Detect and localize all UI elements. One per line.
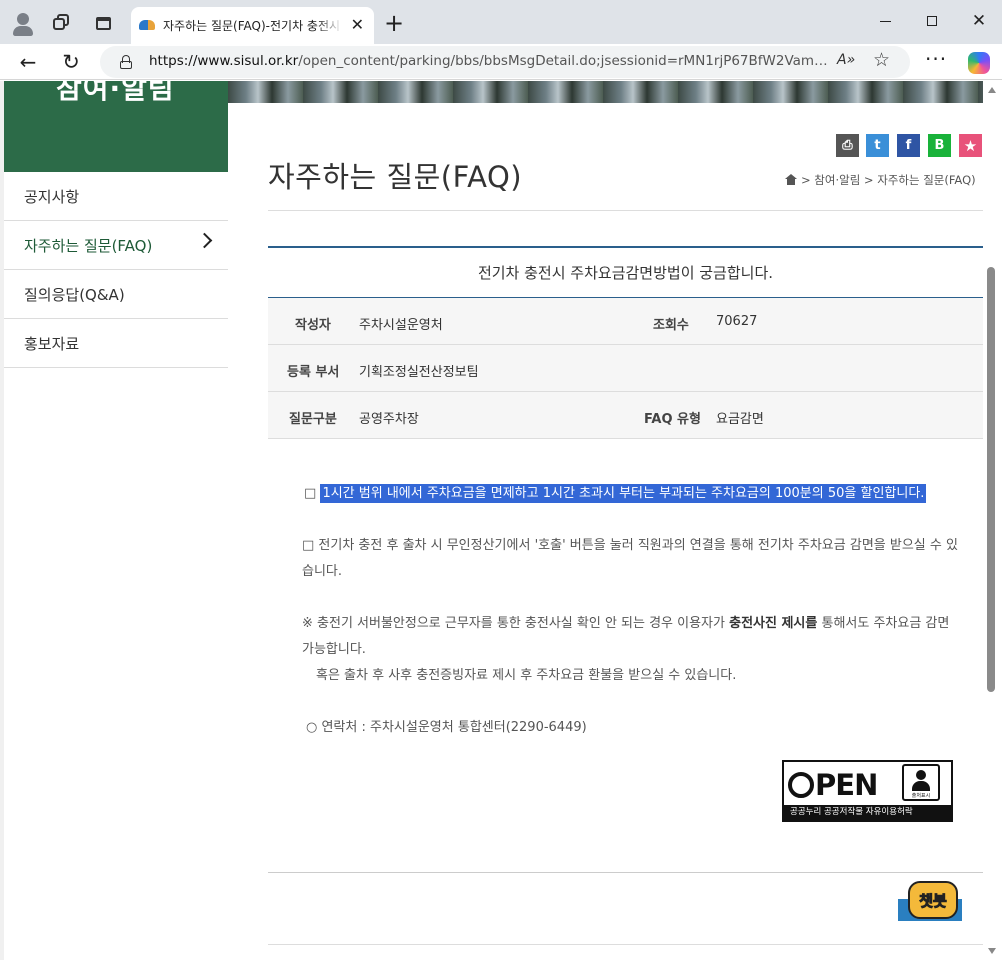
views-label: 조회수	[653, 318, 689, 333]
post-meta-row: 질문구분 공영주차장 FAQ 유형 요금감면	[268, 392, 983, 439]
new-tab-button[interactable]: +	[380, 9, 408, 37]
site-favicon-icon	[139, 20, 155, 30]
reload-button[interactable]: ↻	[56, 47, 86, 77]
url-text[interactable]: https://www.sisul.or.kr/open_content/par…	[149, 53, 829, 69]
chatbot-icon: 챗봇	[908, 881, 958, 919]
views-value: 70627	[716, 314, 758, 329]
sidebar-item-pr[interactable]: 홍보자료	[4, 319, 228, 368]
contact-info: ○ 연락처 : 주차시설운영처 통합센터(2290-6449)	[306, 720, 587, 735]
sidebar: 참여·알림 공지사항 자주하는 질문(FAQ) 질의응답(Q&A) 홍보자료	[4, 81, 228, 960]
chatbot-button[interactable]: 챗봇	[896, 877, 964, 925]
tab-close-icon[interactable]: ✕	[351, 15, 364, 34]
facebook-icon[interactable]: f	[897, 134, 920, 157]
tab-title: 자주하는 질문(FAQ)-전기차 충전시 주차요금감면방법이 궁금합니다.	[163, 19, 343, 33]
more-options-icon[interactable]: ···	[925, 47, 947, 71]
faq-type-value: 요금감면	[716, 412, 764, 427]
profile-icon[interactable]	[8, 8, 38, 38]
sidebar-title: 참여·알림	[56, 81, 175, 105]
kogl-caption: 공공누리 공공저작물 자유이용허락	[784, 805, 951, 820]
blog-icon[interactable]: B	[928, 134, 951, 157]
home-icon[interactable]	[785, 174, 797, 185]
category-value: 공영주차장	[359, 412, 419, 427]
post-body: □ 1시간 범위 내에서 주차요금을 면제하고 1시간 초과시 부터는 부과되는…	[298, 481, 958, 741]
post-meta-row: 등록 부서 기획조정실전산정보팀	[268, 345, 983, 392]
kogl-open-license-badge: PEN 출처표시 공공누리 공공저작물 자유이용허락	[782, 760, 953, 822]
body-paragraph: ※ 충전기 서버불안정으로 근무자를 통한 충전사실 확인 안 되는 경우 이용…	[302, 616, 950, 657]
maximize-button[interactable]	[912, 8, 952, 34]
browser-tab-bar: 자주하는 질문(FAQ)-전기차 충전시 주차요금감면방법이 궁금합니다. ✕ …	[0, 0, 1002, 44]
sidebar-item-notice[interactable]: 공지사항	[4, 172, 228, 221]
minimize-button[interactable]	[865, 8, 905, 34]
post-detail-table: 전기차 충전시 주차요금감면방법이 궁금합니다. 작성자 주차시설운영처 조회수…	[268, 246, 983, 439]
scrollbar-thumb[interactable]	[987, 267, 995, 692]
breadcrumb-item[interactable]: 자주하는 질문(FAQ)	[877, 173, 975, 187]
copilot-icon[interactable]	[968, 52, 990, 74]
dept-label: 등록 부서	[287, 365, 340, 380]
address-bar-row: ← ↻ https://www.sisul.or.kr/open_content…	[0, 44, 1002, 80]
close-window-button[interactable]: ✕	[959, 8, 999, 34]
page-title: 자주하는 질문(FAQ)	[268, 160, 523, 194]
scroll-up-icon[interactable]	[988, 87, 996, 93]
sidebar-item-faq[interactable]: 자주하는 질문(FAQ)	[4, 221, 228, 270]
workspaces-icon[interactable]	[46, 8, 76, 38]
selected-text: 1시간 범위 내에서 주차요금을 면제하고 1시간 초과시 부터는 부과되는 주…	[320, 484, 927, 503]
open-logo: PEN	[788, 768, 878, 802]
page-viewport: 참여·알림 공지사항 자주하는 질문(FAQ) 질의응답(Q&A) 홍보자료 ⎙…	[0, 81, 1002, 960]
favorite-star-icon[interactable]: ☆	[873, 49, 890, 71]
bookmark-icon[interactable]: ★	[959, 134, 982, 157]
sidebar-title-box: 참여·알림	[4, 81, 228, 172]
post-subject: 전기차 충전시 주차요금감면방법이 궁금합니다.	[268, 248, 983, 298]
lock-icon[interactable]	[120, 55, 132, 69]
body-paragraph: 혹은 출차 후 사후 충전증빙자료 제시 후 주차요금 환불을 받으실 수 있습…	[316, 668, 737, 683]
body-paragraph: □ 전기차 충전 후 출차 시 무인정산기에서 '호출' 버튼을 눌러 직원과의…	[302, 538, 958, 579]
back-button[interactable]: ←	[13, 47, 43, 77]
author-label: 작성자	[295, 318, 331, 333]
vertical-scrollbar[interactable]	[983, 81, 1002, 960]
post-meta-row: 작성자 주차시설운영처 조회수 70627	[268, 298, 983, 345]
browser-tab-active[interactable]: 자주하는 질문(FAQ)-전기차 충전시 주차요금감면방법이 궁금합니다. ✕	[131, 7, 374, 44]
category-label: 질문구분	[289, 412, 337, 427]
twitter-icon[interactable]: t	[866, 134, 889, 157]
breadcrumb: > 참여·알림 > 자주하는 질문(FAQ)	[785, 172, 976, 188]
url-field[interactable]: https://www.sisul.or.kr/open_content/par…	[100, 46, 910, 78]
sidebar-menu: 공지사항 자주하는 질문(FAQ) 질의응답(Q&A) 홍보자료	[4, 172, 228, 368]
print-icon[interactable]: ⎙	[836, 134, 859, 157]
tab-actions-icon[interactable]	[88, 8, 118, 38]
breadcrumb-item[interactable]: 참여·알림	[814, 173, 860, 187]
attribution-icon: 출처표시	[902, 764, 940, 801]
sidebar-item-qna[interactable]: 질의응답(Q&A)	[4, 270, 228, 319]
read-aloud-icon[interactable]: A»	[837, 52, 855, 68]
header-banner-image	[228, 81, 983, 103]
faq-type-label: FAQ 유형	[644, 412, 701, 427]
scroll-down-icon[interactable]	[988, 948, 996, 954]
author-value: 주차시설운영처	[359, 318, 443, 333]
dept-value: 기획조정실전산정보팀	[359, 365, 479, 380]
chevron-right-icon	[196, 232, 213, 249]
